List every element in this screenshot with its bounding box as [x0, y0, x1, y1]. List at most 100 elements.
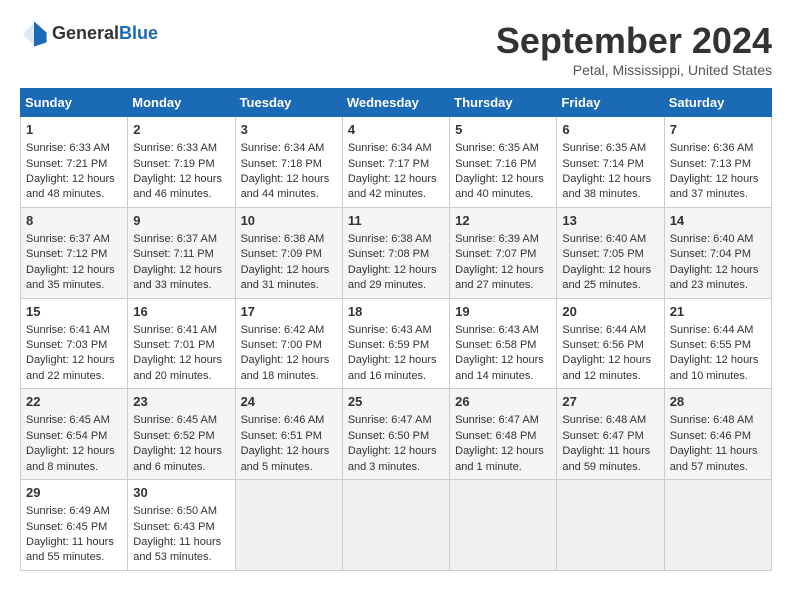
sunrise-line: Sunrise: 6:44 AM [670, 324, 754, 336]
table-row: 20 Sunrise: 6:44 AM Sunset: 6:56 PM Dayl… [557, 298, 664, 389]
table-row: 19 Sunrise: 6:43 AM Sunset: 6:58 PM Dayl… [450, 298, 557, 389]
table-row: 3 Sunrise: 6:34 AM Sunset: 7:18 PM Dayli… [235, 117, 342, 208]
day-number: 16 [133, 303, 229, 321]
sunrise-line: Sunrise: 6:50 AM [133, 505, 217, 517]
daylight-line1: Daylight: 12 hours [133, 264, 222, 276]
daylight-line1: Daylight: 12 hours [348, 264, 437, 276]
daylight-line2: and 5 minutes. [241, 461, 313, 473]
sunrise-line: Sunrise: 6:41 AM [26, 324, 110, 336]
sunrise-line: Sunrise: 6:41 AM [133, 324, 217, 336]
daylight-line2: and 59 minutes. [562, 461, 640, 473]
sunrise-line: Sunrise: 6:36 AM [670, 142, 754, 154]
daylight-line2: and 1 minute. [455, 461, 522, 473]
daylight-line1: Daylight: 12 hours [455, 264, 544, 276]
day-number: 8 [26, 212, 122, 230]
table-row: 26 Sunrise: 6:47 AM Sunset: 6:48 PM Dayl… [450, 389, 557, 480]
logo-general: General [52, 24, 119, 44]
daylight-line1: Daylight: 12 hours [241, 445, 330, 457]
day-number: 14 [670, 212, 766, 230]
table-row: 15 Sunrise: 6:41 AM Sunset: 7:03 PM Dayl… [21, 298, 128, 389]
table-row [342, 480, 449, 571]
daylight-line1: Daylight: 11 hours [26, 536, 114, 548]
table-row: 11 Sunrise: 6:38 AM Sunset: 7:08 PM Dayl… [342, 207, 449, 298]
day-number: 24 [241, 393, 337, 411]
daylight-line2: and 57 minutes. [670, 461, 748, 473]
sunset-line: Sunset: 6:56 PM [562, 339, 643, 351]
sunrise-line: Sunrise: 6:38 AM [348, 233, 432, 245]
title-area: September 2024 Petal, Mississippi, Unite… [496, 20, 772, 78]
sunrise-line: Sunrise: 6:35 AM [562, 142, 646, 154]
logo-text: GeneralBlue [52, 24, 158, 44]
sunrise-line: Sunrise: 6:40 AM [562, 233, 646, 245]
daylight-line2: and 10 minutes. [670, 370, 748, 382]
sunset-line: Sunset: 6:52 PM [133, 430, 214, 442]
day-number: 20 [562, 303, 658, 321]
sunset-line: Sunset: 6:59 PM [348, 339, 429, 351]
daylight-line2: and 23 minutes. [670, 279, 748, 291]
daylight-line2: and 14 minutes. [455, 370, 533, 382]
month-title: September 2024 [496, 20, 772, 62]
sunset-line: Sunset: 7:09 PM [241, 248, 322, 260]
sunset-line: Sunset: 7:03 PM [26, 339, 107, 351]
table-row: 28 Sunrise: 6:48 AM Sunset: 6:46 PM Dayl… [664, 389, 771, 480]
sunrise-line: Sunrise: 6:48 AM [670, 414, 754, 426]
day-number: 1 [26, 121, 122, 139]
sunset-line: Sunset: 7:11 PM [133, 248, 214, 260]
sunset-line: Sunset: 6:48 PM [455, 430, 536, 442]
table-row: 24 Sunrise: 6:46 AM Sunset: 6:51 PM Dayl… [235, 389, 342, 480]
sunset-line: Sunset: 6:58 PM [455, 339, 536, 351]
daylight-line1: Daylight: 12 hours [455, 445, 544, 457]
daylight-line1: Daylight: 11 hours [670, 445, 758, 457]
sunset-line: Sunset: 7:17 PM [348, 158, 429, 170]
daylight-line1: Daylight: 12 hours [455, 173, 544, 185]
sunrise-line: Sunrise: 6:34 AM [348, 142, 432, 154]
table-row: 18 Sunrise: 6:43 AM Sunset: 6:59 PM Dayl… [342, 298, 449, 389]
day-number: 5 [455, 121, 551, 139]
sunset-line: Sunset: 7:00 PM [241, 339, 322, 351]
day-number: 11 [348, 212, 444, 230]
table-row: 4 Sunrise: 6:34 AM Sunset: 7:17 PM Dayli… [342, 117, 449, 208]
sunrise-line: Sunrise: 6:45 AM [26, 414, 110, 426]
header-saturday: Saturday [664, 89, 771, 117]
daylight-line1: Daylight: 12 hours [562, 173, 651, 185]
daylight-line1: Daylight: 12 hours [348, 445, 437, 457]
daylight-line1: Daylight: 12 hours [348, 354, 437, 366]
daylight-line2: and 8 minutes. [26, 461, 98, 473]
sunrise-line: Sunrise: 6:38 AM [241, 233, 325, 245]
sunset-line: Sunset: 7:21 PM [26, 158, 107, 170]
daylight-line2: and 42 minutes. [348, 188, 426, 200]
sunrise-line: Sunrise: 6:47 AM [348, 414, 432, 426]
table-row: 16 Sunrise: 6:41 AM Sunset: 7:01 PM Dayl… [128, 298, 235, 389]
sunrise-line: Sunrise: 6:46 AM [241, 414, 325, 426]
daylight-line2: and 53 minutes. [133, 551, 211, 563]
day-number: 23 [133, 393, 229, 411]
sunset-line: Sunset: 7:01 PM [133, 339, 214, 351]
logo-blue: Blue [119, 24, 158, 44]
sunrise-line: Sunrise: 6:44 AM [562, 324, 646, 336]
daylight-line1: Daylight: 12 hours [133, 173, 222, 185]
daylight-line2: and 29 minutes. [348, 279, 426, 291]
table-row: 23 Sunrise: 6:45 AM Sunset: 6:52 PM Dayl… [128, 389, 235, 480]
daylight-line1: Daylight: 12 hours [670, 173, 759, 185]
calendar-header: Sunday Monday Tuesday Wednesday Thursday… [21, 89, 772, 117]
table-row [450, 480, 557, 571]
daylight-line1: Daylight: 12 hours [241, 354, 330, 366]
header-monday: Monday [128, 89, 235, 117]
sunrise-line: Sunrise: 6:43 AM [348, 324, 432, 336]
daylight-line1: Daylight: 12 hours [670, 354, 759, 366]
sunset-line: Sunset: 6:45 PM [26, 521, 107, 533]
daylight-line2: and 31 minutes. [241, 279, 319, 291]
sunrise-line: Sunrise: 6:40 AM [670, 233, 754, 245]
day-number: 18 [348, 303, 444, 321]
table-row [557, 480, 664, 571]
daylight-line2: and 48 minutes. [26, 188, 104, 200]
daylight-line1: Daylight: 12 hours [133, 354, 222, 366]
daylight-line2: and 33 minutes. [133, 279, 211, 291]
day-number: 6 [562, 121, 658, 139]
sunset-line: Sunset: 7:19 PM [133, 158, 214, 170]
sunrise-line: Sunrise: 6:42 AM [241, 324, 325, 336]
daylight-line2: and 27 minutes. [455, 279, 533, 291]
daylight-line1: Daylight: 12 hours [133, 445, 222, 457]
table-row: 30 Sunrise: 6:50 AM Sunset: 6:43 PM Dayl… [128, 480, 235, 571]
daylight-line1: Daylight: 11 hours [562, 445, 650, 457]
